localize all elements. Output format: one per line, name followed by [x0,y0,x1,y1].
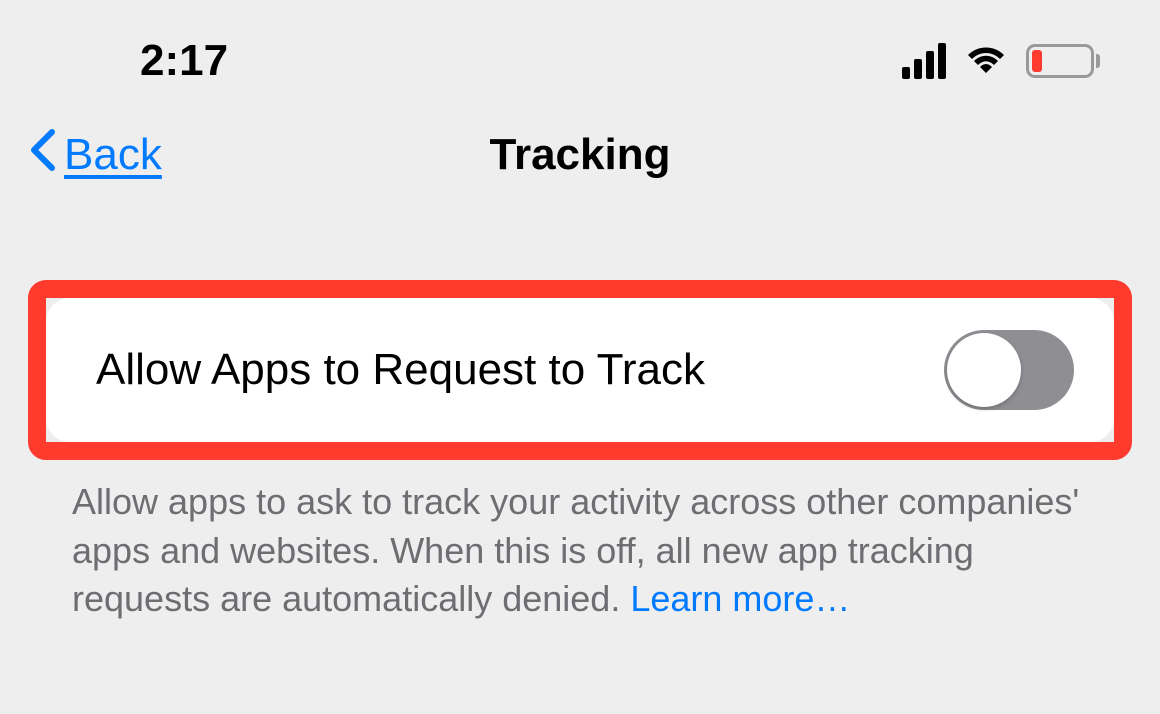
back-button[interactable]: Back [28,128,162,183]
toggle-knob [947,333,1021,407]
setting-row-allow-tracking: Allow Apps to Request to Track [46,298,1114,442]
back-label: Back [64,130,162,180]
setting-description: Allow apps to ask to track your activity… [28,460,1132,624]
learn-more-link[interactable]: Learn more… [630,578,850,619]
status-icons [902,41,1100,82]
highlight-annotation: Allow Apps to Request to Track [28,280,1132,460]
battery-low-icon [1026,44,1100,78]
status-time: 2:17 [140,36,228,86]
status-bar: 2:17 [0,0,1160,90]
chevron-left-icon [28,128,58,183]
nav-bar: Back Tracking [0,90,1160,210]
description-text: Allow apps to ask to track your activity… [72,481,1079,619]
content-area: Allow Apps to Request to Track Allow app… [0,210,1160,624]
wifi-icon [964,41,1008,82]
allow-tracking-toggle[interactable] [944,330,1074,410]
page-title: Tracking [490,130,671,180]
setting-label: Allow Apps to Request to Track [96,345,705,395]
cellular-icon [902,43,946,79]
